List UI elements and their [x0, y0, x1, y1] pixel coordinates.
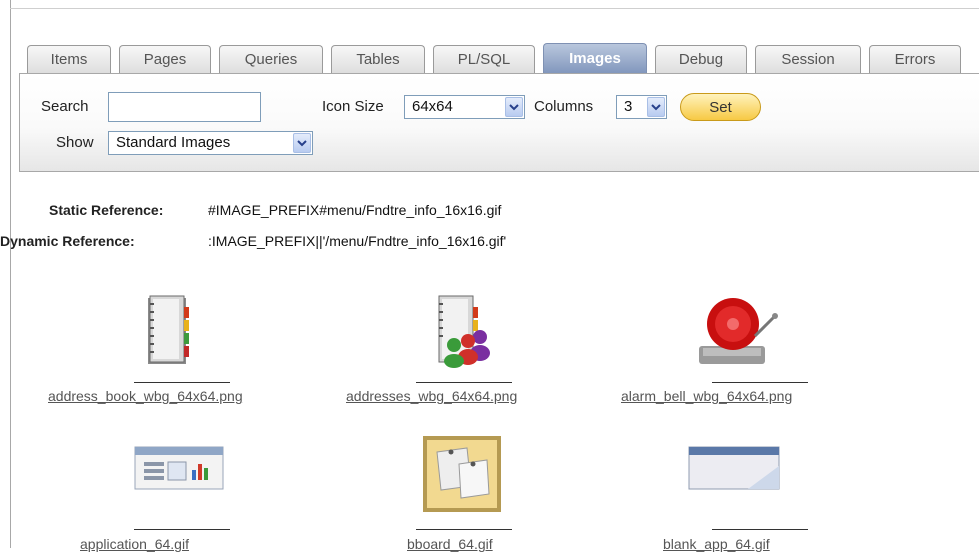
image-divider [712, 382, 808, 383]
image-link[interactable]: bboard_64.gif [407, 536, 493, 552]
image-link[interactable]: addresses_wbg_64x64.png [346, 388, 517, 404]
icon-size-label: Icon Size [322, 98, 384, 115]
tab-queries[interactable]: Queries [219, 45, 323, 73]
columns-label: Columns [534, 98, 594, 115]
show-value: Standard Images [116, 134, 231, 151]
columns-value: 3 [624, 98, 633, 115]
image-divider [416, 382, 512, 383]
alarm-bell-icon[interactable] [697, 296, 781, 368]
tab-tables[interactable]: Tables [331, 45, 425, 73]
icon-size-select[interactable]: 64x64 [404, 95, 525, 119]
icon-size-value: 64x64 [412, 98, 453, 115]
chevron-down-icon[interactable] [647, 97, 665, 117]
tab-errors[interactable]: Errors [869, 45, 961, 73]
columns-select[interactable]: 3 [616, 95, 667, 119]
image-link[interactable]: blank_app_64.gif [663, 536, 770, 552]
show-label: Show [56, 134, 94, 151]
static-reference-label: Static Reference: [49, 202, 164, 218]
image-divider [712, 529, 808, 530]
bboard-icon[interactable] [421, 434, 505, 516]
tab-pages[interactable]: Pages [119, 45, 211, 73]
address-book-icon[interactable] [145, 293, 191, 369]
static-reference-value: #IMAGE_PREFIX#menu/Fndtre_info_16x16.gif [208, 202, 502, 218]
dynamic-reference-value: :IMAGE_PREFIX||'/menu/Fndtre_info_16x16.… [208, 233, 507, 249]
search-label: Search [41, 98, 89, 115]
dynamic-reference-label: Dynamic Reference: [0, 233, 135, 249]
image-link[interactable]: application_64.gif [80, 536, 189, 552]
frame-top-border [10, 8, 979, 9]
chevron-down-icon[interactable] [505, 97, 523, 117]
tab-images[interactable]: Images [543, 43, 647, 73]
tab-items[interactable]: Items [27, 45, 111, 73]
application-icon[interactable] [134, 446, 224, 490]
tab-bar: Items Pages Queries Tables PL/SQL Images… [27, 42, 969, 73]
image-divider [134, 529, 230, 530]
tab-session[interactable]: Session [755, 45, 861, 73]
chevron-down-icon[interactable] [293, 133, 311, 153]
tab-plsql[interactable]: PL/SQL [433, 45, 535, 73]
image-divider [134, 382, 230, 383]
frame-left-border [10, 0, 11, 548]
set-button[interactable]: Set [680, 93, 761, 121]
addresses-icon[interactable] [434, 293, 496, 369]
blank-app-icon[interactable] [688, 446, 780, 490]
image-divider [416, 529, 512, 530]
image-link[interactable]: address_book_wbg_64x64.png [48, 388, 243, 404]
search-input[interactable] [108, 92, 261, 122]
tab-debug[interactable]: Debug [655, 45, 747, 73]
show-select[interactable]: Standard Images [108, 131, 313, 155]
image-link[interactable]: alarm_bell_wbg_64x64.png [621, 388, 792, 404]
filter-panel: Search Icon Size 64x64 Columns 3 Set Sho… [19, 73, 979, 172]
